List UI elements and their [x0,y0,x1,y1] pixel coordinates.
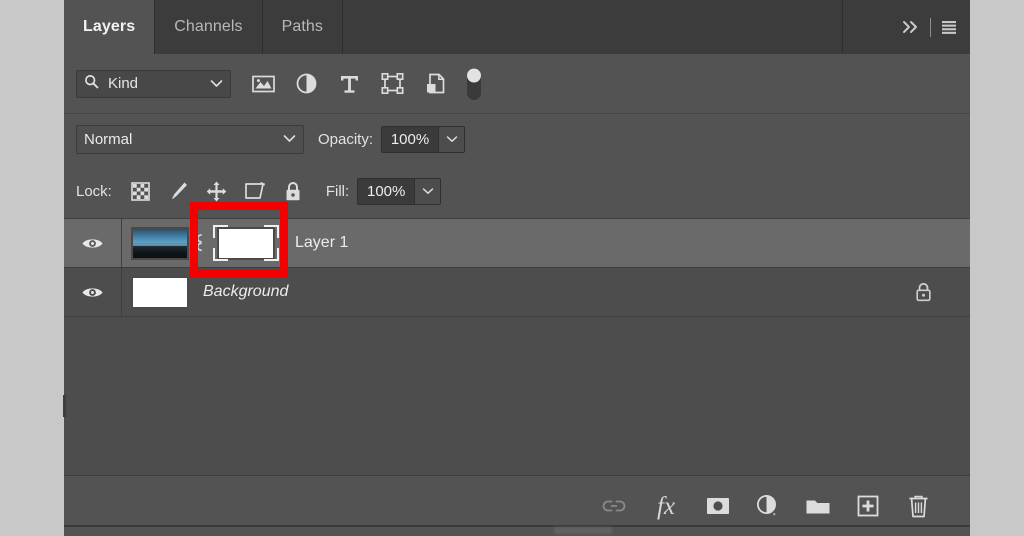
lock-all-icon[interactable] [274,175,312,207]
lock-row: Lock: Fill: 100% [64,164,970,219]
mask-link-icon[interactable] [189,232,211,254]
layers-list: Layer 1 Background [64,219,970,475]
panel-left-edge-nub [63,395,66,417]
layer-name-label[interactable]: Background [203,283,288,301]
layer-locked-icon [914,281,933,303]
lock-buttons [122,175,312,207]
tab-channels-label: Channels [174,18,243,35]
blend-mode-row: Normal Opacity: 100% [64,114,970,164]
filter-kind-dropdown[interactable]: Kind [76,69,231,98]
chevron-down-icon [210,75,223,93]
fill-stepper-chevron-down-icon[interactable] [415,177,442,205]
blend-mode-value: Normal [84,130,133,148]
search-icon [84,74,99,94]
layer-filter-row: Kind [64,54,970,114]
filter-type-layers-icon[interactable] [328,67,371,101]
collapse-double-chevron-icon[interactable] [901,19,921,35]
layer-type-filter-buttons [242,67,491,101]
add-layer-mask-icon[interactable] [703,491,733,521]
panel-header-controls [843,0,970,54]
tab-paths[interactable]: Paths [262,0,344,54]
delete-layer-icon[interactable] [903,491,933,521]
tab-bar-spacer [343,0,843,54]
new-layer-icon[interactable] [853,491,883,521]
layer-name-label[interactable]: Layer 1 [295,234,348,252]
tab-layers-label: Layers [83,18,136,35]
opacity-input[interactable]: 100% [381,125,440,153]
lock-image-pixels-icon[interactable] [160,175,198,207]
fill-input[interactable]: 100% [357,177,416,205]
mask-selection-corner-icon [213,225,228,238]
layer-thumbnail[interactable] [131,226,189,260]
tab-paths-label: Paths [281,18,324,35]
layer-thumbnail[interactable] [131,275,189,309]
lock-artboard-nesting-icon[interactable] [236,175,274,207]
new-group-icon[interactable] [803,491,833,521]
mask-selection-corner-icon [213,248,228,261]
screenshot-root: Layers Channels Paths Kind Normal Opacit… [0,0,1024,536]
fill-control: Fill: 100% [325,177,442,205]
link-layers-icon[interactable] [599,491,629,521]
fx-label: fx [656,492,676,520]
opacity-stepper-chevron-down-icon[interactable] [439,125,466,153]
new-adjustment-layer-icon[interactable] [753,491,783,521]
table-row[interactable]: Background [64,268,970,317]
filter-shape-layers-icon[interactable] [371,67,414,101]
tab-layers[interactable]: Layers [64,0,156,54]
header-divider [930,17,931,37]
panel-tab-bar: Layers Channels Paths [64,0,970,54]
lock-label: Lock: [76,182,112,200]
filter-pixel-layers-icon[interactable] [242,67,285,101]
tab-channels[interactable]: Channels [155,0,263,54]
layers-panel: Layers Channels Paths Kind Normal Opacit… [64,0,970,536]
filter-smart-object-icon[interactable] [414,67,457,101]
filter-kind-label: Kind [108,75,139,92]
blend-mode-dropdown[interactable]: Normal [76,124,304,154]
layer-mask-thumbnail[interactable] [211,221,281,265]
fill-label: Fill: [325,182,350,200]
lock-transparent-pixels-icon[interactable] [122,175,160,207]
mask-selection-corner-icon [264,225,279,238]
mask-selection-corner-icon [264,248,279,261]
filter-enable-toggle[interactable] [457,67,491,101]
panel-menu-icon[interactable] [940,19,958,35]
layer-visibility-toggle-eye-icon[interactable] [64,268,122,316]
chevron-down-icon [283,130,296,148]
bottom-edge-artifact [554,527,612,534]
lock-position-icon[interactable] [198,175,236,207]
table-row[interactable]: Layer 1 [64,219,970,268]
opacity-label: Opacity: [318,130,374,148]
filter-adjustment-layers-icon[interactable] [285,67,328,101]
layer-visibility-toggle-eye-icon[interactable] [64,219,122,267]
layer-style-fx-icon[interactable]: fx [649,491,683,521]
opacity-control: Opacity: 100% [318,125,466,153]
panel-bottom-divider [64,525,970,527]
